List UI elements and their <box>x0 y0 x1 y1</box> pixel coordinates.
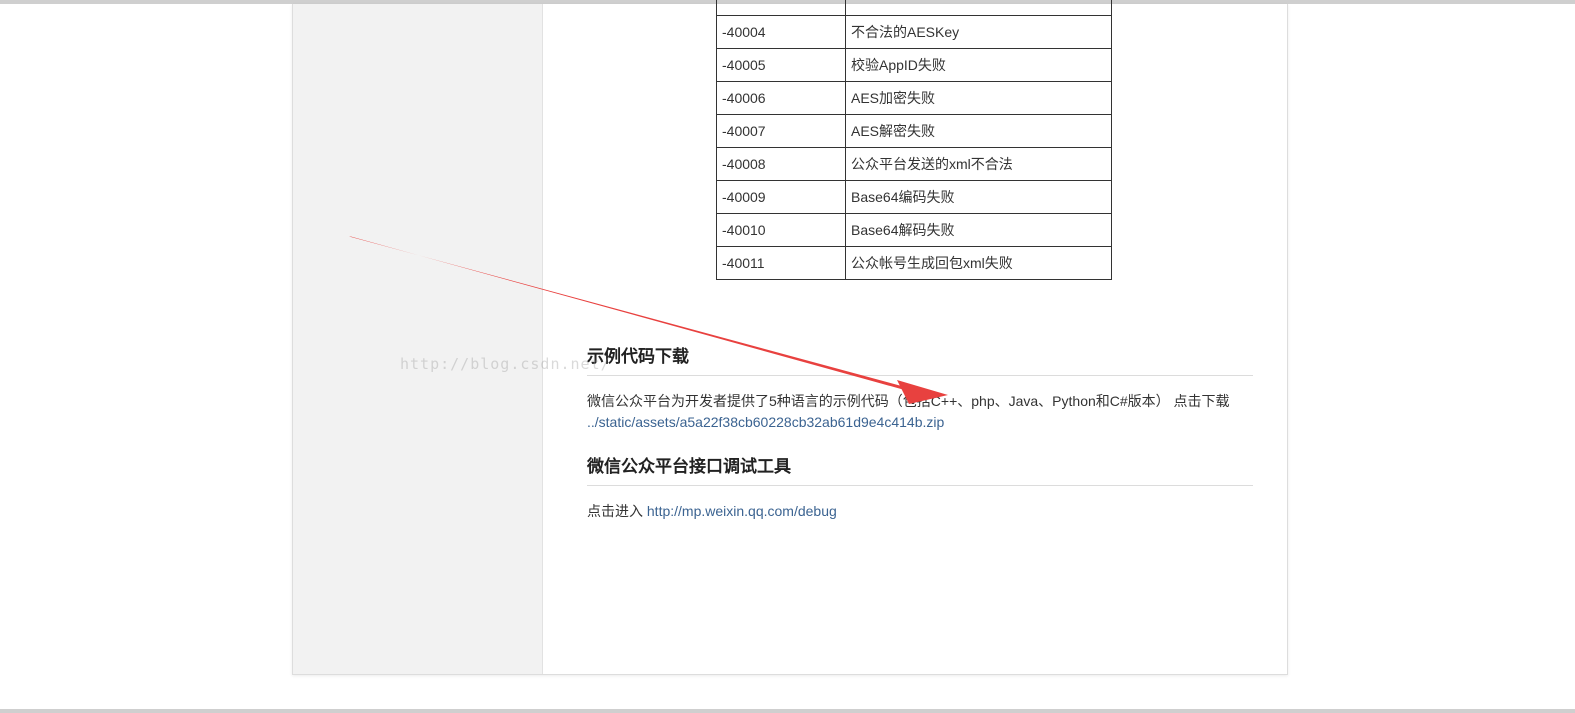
arrow-shaft <box>349 236 920 394</box>
red-arrow-annotation-icon <box>349 236 948 404</box>
window-bottom-border <box>0 709 1575 713</box>
arrow-head <box>897 380 948 404</box>
